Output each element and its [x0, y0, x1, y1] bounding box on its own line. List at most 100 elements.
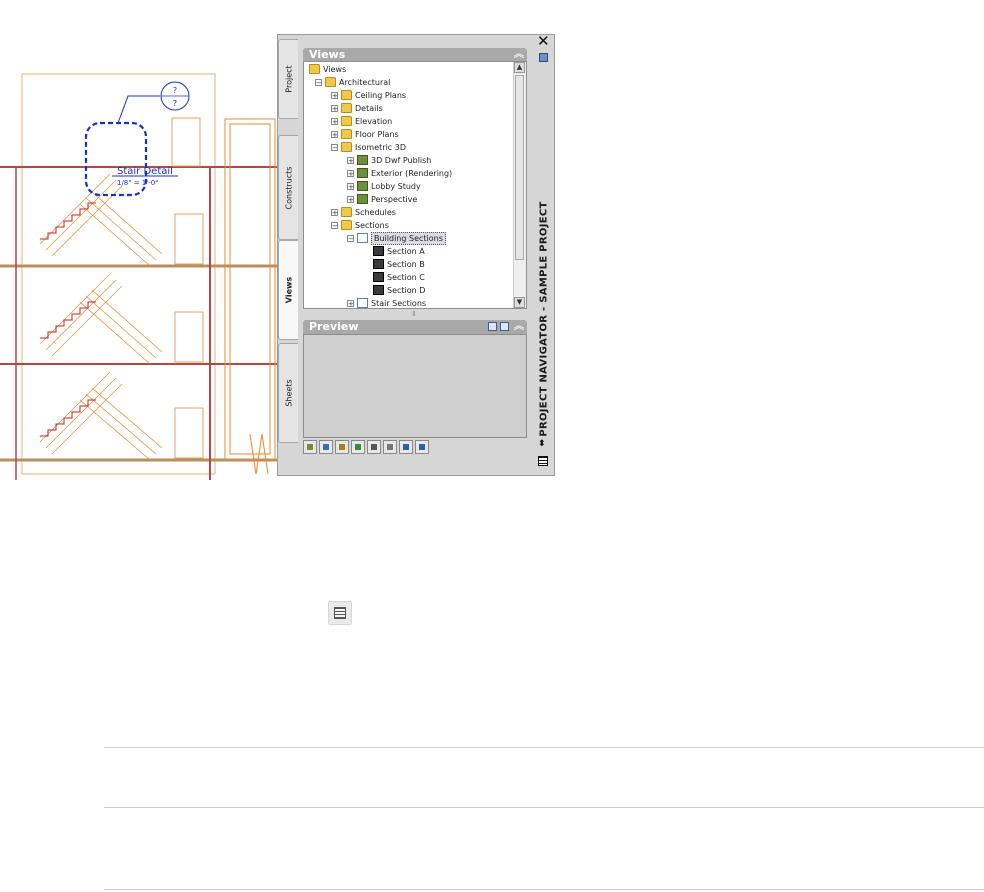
tree-item[interactable]: + Floor Plans — [304, 128, 514, 141]
preview-panel-title: Preview — [309, 320, 359, 333]
tree-item[interactable]: Section B — [304, 258, 514, 271]
expand-icon[interactable]: + — [331, 209, 338, 217]
refresh-button[interactable] — [399, 440, 413, 454]
add-model-view-button[interactable] — [335, 440, 349, 454]
close-icon[interactable]: ✕ — [537, 34, 550, 49]
view-3d-icon — [357, 155, 368, 165]
tree-item[interactable]: − Building Sections — [304, 232, 514, 245]
folder-icon — [341, 116, 352, 126]
tree-item[interactable]: + Lobby Study — [304, 180, 514, 193]
tree-item-label: Perspective — [371, 195, 418, 204]
tab-sheets[interactable]: Sheets — [278, 343, 298, 443]
tree-item-label: Details — [355, 104, 383, 113]
expand-icon[interactable]: + — [331, 131, 338, 139]
tree-item-label: Architectural — [339, 78, 391, 87]
tab-project[interactable]: Project — [278, 39, 298, 119]
building-section-drawing — [0, 73, 280, 480]
views-panel-header[interactable]: Views ︽ — [303, 48, 527, 62]
tree-item[interactable]: − Architectural — [304, 76, 514, 89]
preview-mode-icon[interactable] — [488, 322, 497, 331]
add-detail-view-icon — [323, 444, 329, 450]
tree-item[interactable]: − Isometric 3D — [304, 141, 514, 154]
add-model-view-icon — [339, 444, 345, 450]
expand-icon[interactable]: + — [331, 92, 338, 100]
expand-icon[interactable]: + — [331, 118, 338, 126]
repath-project-icon — [371, 444, 377, 450]
tree-item-label: Exterior (Rendering) — [371, 169, 453, 178]
tree-scrollbar[interactable]: ▲ ▼ — [513, 62, 526, 308]
divider — [104, 889, 984, 890]
tree-item[interactable]: Views — [304, 63, 514, 76]
refresh-icon — [403, 444, 409, 450]
expand-icon[interactable]: + — [347, 196, 354, 204]
properties-menu-icon[interactable] — [328, 601, 352, 625]
view-3d-icon — [357, 194, 368, 204]
repath-project-button[interactable] — [367, 440, 381, 454]
expand-icon[interactable]: + — [331, 105, 338, 113]
building-section-icon — [357, 298, 368, 308]
tree-item-label: Building Sections — [371, 232, 446, 245]
collapse-node-icon[interactable]: − — [331, 222, 338, 230]
section-view-icon — [373, 246, 384, 256]
collapse-node-icon[interactable]: − — [347, 235, 354, 243]
tree-item[interactable]: Section A — [304, 245, 514, 258]
tree-item-label: Elevation — [355, 117, 393, 126]
tree-item[interactable]: + Elevation — [304, 115, 514, 128]
tree-item-label: Lobby Study — [371, 182, 421, 191]
tree-item[interactable]: + Schedules — [304, 206, 514, 219]
detail-tag-number: ? — [173, 86, 177, 95]
detail-callout[interactable]: ? ? Stair Detail 1/8" = 1'-0" — [84, 81, 190, 197]
tab-label: Views — [284, 276, 293, 304]
auto-hide-icon[interactable] — [539, 53, 548, 62]
properties-menu-icon[interactable] — [538, 456, 548, 466]
tree-item[interactable]: + Perspective — [304, 193, 514, 206]
tab-label: Project — [284, 65, 293, 93]
tree-item[interactable]: + Details — [304, 102, 514, 115]
tree-item[interactable]: + Ceiling Plans — [304, 89, 514, 102]
expand-icon[interactable]: + — [347, 170, 354, 178]
tree-item[interactable]: + Stair Sections — [304, 297, 514, 308]
view-properties-icon — [387, 444, 393, 450]
folder-icon — [341, 90, 352, 100]
tree-item-label: Schedules — [355, 208, 396, 217]
preview-detail-icon[interactable] — [500, 322, 509, 331]
tree-item-label: Views — [323, 65, 347, 74]
tree-item[interactable]: +3D Dwf Publish — [304, 154, 514, 167]
add-detail-view-button[interactable] — [319, 440, 333, 454]
collapse-icon[interactable]: ︽ — [514, 320, 524, 333]
expand-icon[interactable]: + — [347, 183, 354, 191]
expand-icon[interactable]: + — [347, 300, 354, 308]
collapse-node-icon[interactable]: − — [315, 79, 322, 87]
palette-title-bar[interactable]: ✕ PROJECT NAVIGATOR - SAMPLE PROJECT ⬍ — [533, 34, 554, 475]
scroll-down-icon[interactable]: ▼ — [514, 297, 525, 308]
palette-arrows-icon[interactable]: ⬍ — [538, 439, 546, 449]
folder-icon — [325, 77, 336, 87]
preview-area — [303, 334, 527, 438]
section-view-icon — [373, 272, 384, 282]
folder-icon — [341, 207, 352, 217]
detail-callout-scale: 1/8" = 1'-0" — [117, 179, 158, 187]
regenerate-button[interactable] — [351, 440, 365, 454]
expand-icon[interactable]: + — [347, 157, 354, 165]
tree-item-label: Section D — [387, 286, 426, 295]
tree-item[interactable]: Section D — [304, 284, 514, 297]
tree-item[interactable]: Section C — [304, 271, 514, 284]
tab-views[interactable]: Views — [278, 240, 298, 340]
tab-constructs[interactable]: Constructs — [278, 135, 298, 240]
collapse-icon[interactable]: ︽ — [514, 48, 524, 61]
splitter-handle[interactable]: ⇕ — [411, 310, 417, 318]
add-view-button[interactable] — [303, 440, 317, 454]
sheet-set-button[interactable] — [415, 440, 429, 454]
view-properties-button[interactable] — [383, 440, 397, 454]
scroll-thumb[interactable] — [515, 75, 524, 260]
tree-item-label: 3D Dwf Publish — [371, 156, 432, 165]
divider — [104, 747, 984, 748]
views-tree[interactable]: ▲ ▼ Views − Architectural + Ceiling Plans + De… — [303, 61, 527, 309]
preview-panel-header[interactable]: Preview ︽ — [303, 320, 527, 334]
tree-item[interactable]: − Sections — [304, 219, 514, 232]
tree-item[interactable]: + Exterior (Rendering) — [304, 167, 514, 180]
collapse-node-icon[interactable]: − — [331, 144, 338, 152]
tree-item-label: Stair Sections — [371, 299, 427, 308]
scroll-up-icon[interactable]: ▲ — [514, 62, 525, 73]
palette-tab-strip: Project Constructs Views Sheets — [278, 35, 298, 477]
